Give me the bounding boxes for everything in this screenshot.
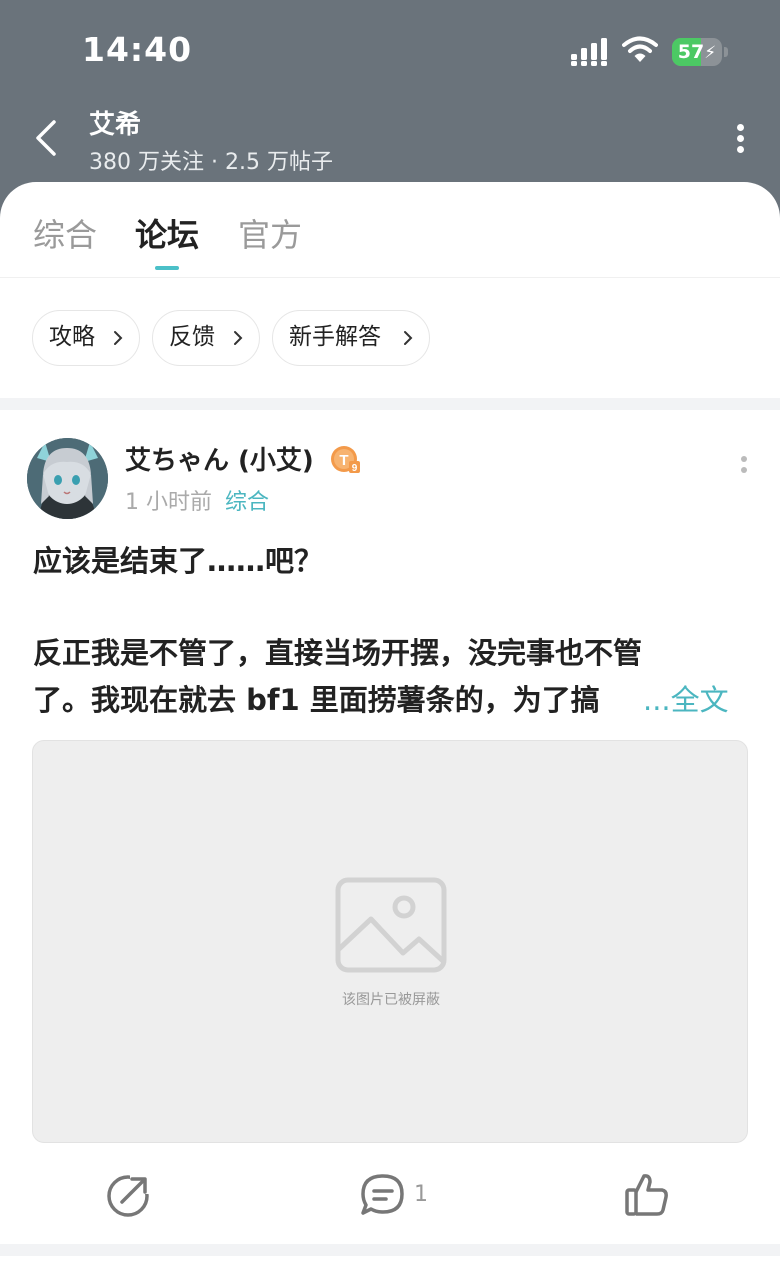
section-divider (0, 1244, 780, 1256)
chip-newbie-qa[interactable]: 新手解答 (272, 310, 430, 366)
comment-count: 1 (414, 1182, 428, 1207)
chevron-right-icon (404, 331, 413, 345)
share-button[interactable] (106, 1172, 152, 1218)
forum-stats: 380 万关注 · 2.5 万帖子 (89, 150, 333, 175)
chip-guides[interactable]: 攻略 (32, 310, 140, 366)
read-more-link[interactable]: ...全文 (643, 677, 729, 724)
post-card[interactable]: 艾ちゃん (小艾) T 9 1 小时前 综合 应该是结束了……吧？ 反正我是不管… (0, 410, 780, 1244)
battery-percent-label: 57⚡ (677, 41, 717, 63)
comment-button[interactable] (358, 1172, 408, 1218)
post-actions: 1 (0, 1152, 780, 1232)
chip-label: 新手解答 (289, 324, 381, 350)
battery-charging-icon: 57⚡ (672, 38, 728, 66)
chip-label: 反馈 (169, 324, 215, 350)
chip-feedback[interactable]: 反馈 (152, 310, 260, 366)
avatar[interactable] (27, 438, 108, 519)
back-button[interactable] (30, 116, 62, 160)
active-tab-indicator (155, 266, 179, 270)
post-title[interactable]: 应该是结束了……吧？ (33, 538, 323, 580)
chevron-right-icon (234, 331, 243, 345)
post-body[interactable]: 反正我是不管了，直接当场开摆，没完事也不管 了。我现在就去 bf1 里面捞薯条的… (33, 630, 733, 724)
tab-general[interactable]: 综合 (33, 210, 97, 256)
forum-content-sheet: 综合 论坛 官方 攻略 反馈 新手解答 艾ちゃん (小艾) T 9 1 小时前 … (0, 182, 780, 1264)
post-channel-link[interactable]: 综合 (225, 484, 269, 516)
wifi-icon (622, 36, 658, 62)
tab-forum[interactable]: 论坛 (135, 210, 199, 256)
status-time: 14:40 (82, 30, 193, 69)
post-time: 1 小时前 (125, 490, 212, 515)
tab-official[interactable]: 官方 (238, 210, 302, 256)
blocked-image[interactable]: 该图片已被屏蔽 (32, 740, 748, 1143)
svg-text:9: 9 (352, 463, 358, 474)
forum-tabs: 综合 论坛 官方 (0, 182, 780, 278)
avatar-image (27, 438, 108, 519)
forum-title: 艾希 (89, 110, 142, 140)
post-body-line: 了。我现在就去 bf1 里面捞薯条的，为了搞 (33, 683, 600, 717)
level-badge-icon: T 9 (331, 446, 360, 474)
status-bar: 14:40 57⚡ (0, 0, 780, 100)
image-placeholder-icon (335, 877, 447, 973)
svg-text:T: T (339, 452, 348, 469)
chip-label: 攻略 (49, 324, 95, 350)
category-chips: 攻略 反馈 新手解答 (0, 278, 780, 398)
post-body-line: 反正我是不管了，直接当场开摆，没完事也不管 (33, 636, 643, 670)
section-divider (0, 398, 780, 410)
forum-header: 艾希 380 万关注 · 2.5 万帖子 (0, 100, 780, 190)
like-button[interactable] (622, 1170, 670, 1218)
more-options-button[interactable] (726, 122, 754, 154)
chevron-right-icon (114, 331, 123, 345)
image-blocked-label: 该图片已被屏蔽 (342, 992, 440, 1008)
post-author-name[interactable]: 艾ちゃん (小艾) (125, 440, 314, 477)
cellular-signal-icon (571, 38, 607, 66)
post-more-button[interactable] (734, 454, 754, 482)
